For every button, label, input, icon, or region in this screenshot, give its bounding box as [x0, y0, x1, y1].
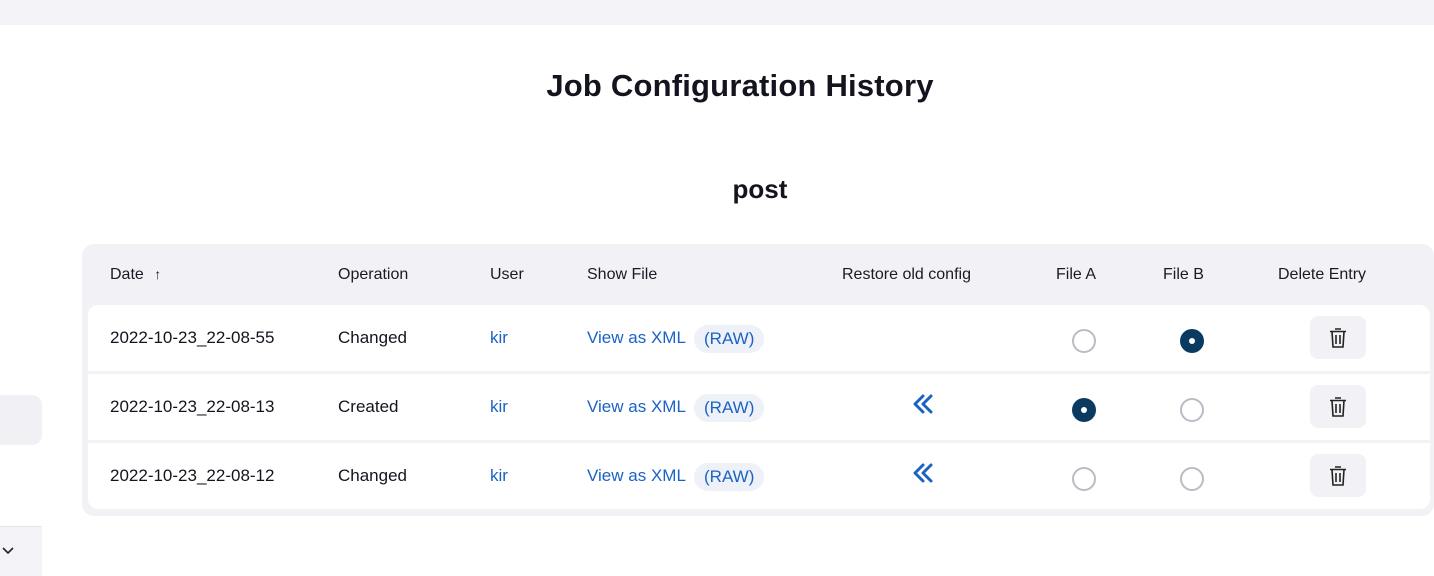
row-date: 2022-10-23_22-08-55: [110, 328, 275, 347]
trash-icon: [1330, 328, 1346, 348]
view-xml-link[interactable]: View as XML: [587, 305, 686, 371]
file-b-radio[interactable]: [1180, 398, 1204, 422]
table-row: 2022-10-23_22-08-13 Created kir View as …: [88, 374, 1430, 440]
history-table: Date ↑ Operation User Show File Restore …: [82, 244, 1434, 516]
raw-link[interactable]: (RAW): [694, 463, 765, 491]
header-date-label: Date: [110, 266, 144, 283]
trash-icon: [1330, 466, 1346, 486]
sort-ascending-icon: ↑: [154, 266, 162, 282]
header-delete: Delete Entry: [1278, 266, 1367, 283]
page-title: Job Configuration History: [546, 68, 934, 103]
trash-icon: [1330, 397, 1346, 417]
file-b-radio[interactable]: [1180, 329, 1204, 353]
row-operation: Changed: [338, 328, 408, 347]
view-xml-link[interactable]: View as XML: [587, 443, 686, 509]
top-bar: [0, 0, 1434, 25]
row-operation: Changed: [338, 466, 408, 485]
view-xml-link[interactable]: View as XML: [587, 374, 686, 440]
raw-link[interactable]: (RAW): [694, 394, 765, 422]
row-user-link[interactable]: kir: [490, 374, 508, 440]
row-user-link[interactable]: kir: [490, 305, 508, 371]
sidebar-item-selected[interactable]: [0, 395, 42, 445]
header-date[interactable]: Date ↑: [110, 266, 161, 284]
double-chevron-left-icon[interactable]: [910, 460, 938, 488]
header-user[interactable]: User: [490, 266, 524, 284]
double-chevron-left-icon[interactable]: [910, 391, 938, 419]
sidebar-dropdown[interactable]: [0, 526, 42, 576]
job-name: post: [732, 174, 788, 204]
header-operation[interactable]: Operation: [338, 266, 408, 284]
row-date: 2022-10-23_22-08-13: [110, 397, 275, 416]
header-file-a: File A: [1056, 266, 1097, 283]
chevron-down-icon: [2, 547, 14, 555]
raw-link[interactable]: (RAW): [694, 325, 765, 353]
file-b-radio[interactable]: [1180, 467, 1204, 491]
row-user-link[interactable]: kir: [490, 443, 508, 509]
row-date: 2022-10-23_22-08-12: [110, 466, 275, 485]
file-a-radio[interactable]: [1072, 398, 1096, 422]
header-file-b: File B: [1163, 266, 1204, 283]
delete-entry-button[interactable]: [1310, 316, 1366, 359]
table-row: 2022-10-23_22-08-55 Changed kir View as …: [88, 305, 1430, 371]
row-operation: Created: [338, 397, 399, 416]
header-restore: Restore old config: [842, 266, 971, 283]
header-show-file: Show File: [587, 266, 658, 283]
file-a-radio[interactable]: [1072, 329, 1096, 353]
table-row: 2022-10-23_22-08-12 Changed kir View as …: [88, 443, 1430, 509]
delete-entry-button[interactable]: [1310, 385, 1366, 428]
delete-entry-button[interactable]: [1310, 454, 1366, 497]
file-a-radio[interactable]: [1072, 467, 1096, 491]
